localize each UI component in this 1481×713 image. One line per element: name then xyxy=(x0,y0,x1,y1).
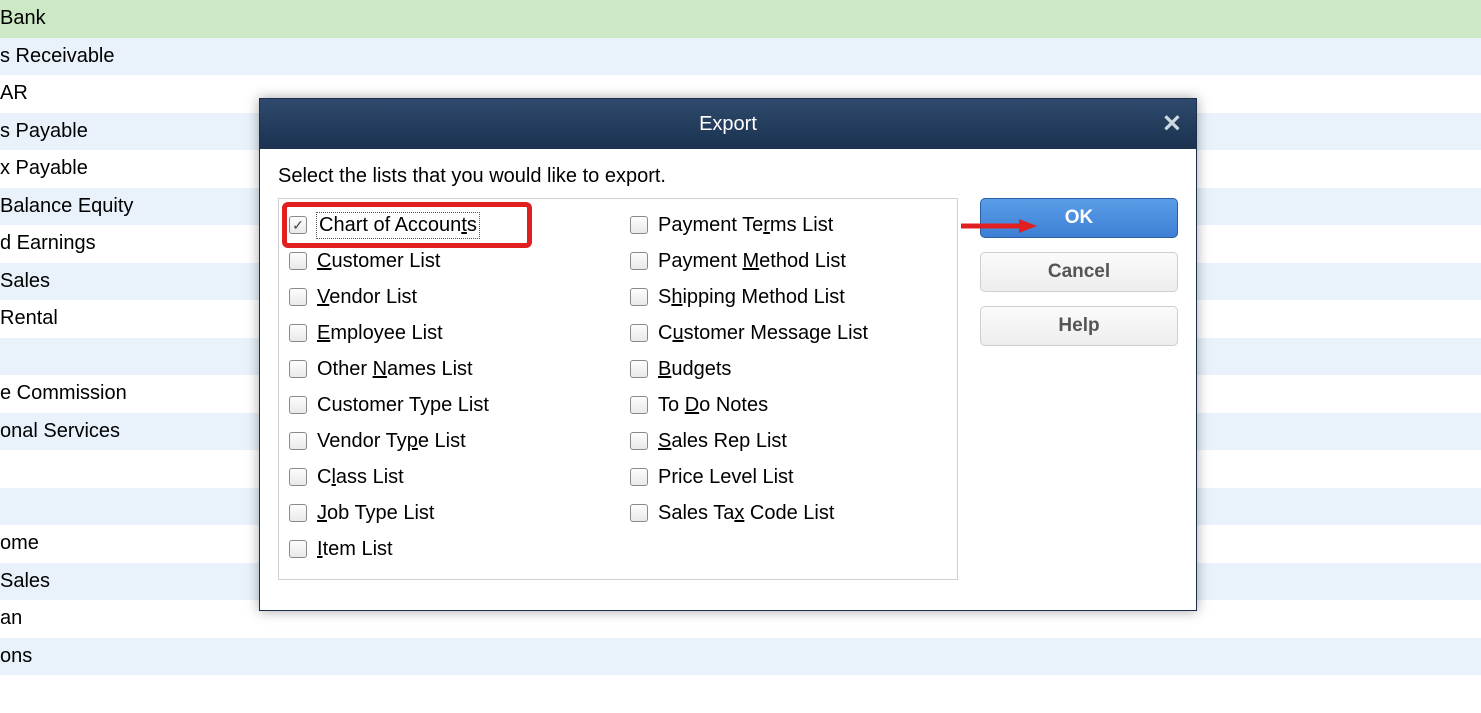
checkbox-to-do-notes[interactable]: To Do Notes xyxy=(630,393,947,417)
checkbox-label: Class List xyxy=(317,466,404,489)
dialog-instruction: Select the lists that you would like to … xyxy=(278,165,1178,188)
cancel-button[interactable]: Cancel xyxy=(980,252,1178,292)
checkbox-box-icon xyxy=(630,504,648,522)
checkbox-other-names-list[interactable]: Other Names List xyxy=(289,357,606,381)
account-row[interactable]: s Receivable xyxy=(0,38,1481,76)
checkbox-label: Vendor Type List xyxy=(317,430,466,453)
checkbox-customer-message-list[interactable]: Customer Message List xyxy=(630,321,947,345)
account-row[interactable]: Bank xyxy=(0,0,1481,38)
checkbox-label: Price Level List xyxy=(658,466,794,489)
checkbox-box-icon xyxy=(630,468,648,486)
checkbox-box-icon xyxy=(289,468,307,486)
checkbox-box-icon xyxy=(630,288,648,306)
export-dialog: Export ✕ Select the lists that you would… xyxy=(259,98,1197,611)
checkbox-label: Employee List xyxy=(317,322,443,345)
dialog-button-column: OK Cancel Help xyxy=(980,198,1178,580)
checkbox-shipping-method-list[interactable]: Shipping Method List xyxy=(630,285,947,309)
checkbox-budgets[interactable]: Budgets xyxy=(630,357,947,381)
checkbox-job-type-list[interactable]: Job Type List xyxy=(289,501,606,525)
help-button-label: Help xyxy=(1058,315,1099,337)
checkbox-label: Other Names List xyxy=(317,358,473,381)
close-icon[interactable]: ✕ xyxy=(1162,110,1182,139)
checkbox-box-icon xyxy=(289,540,307,558)
checkbox-label: To Do Notes xyxy=(658,394,768,417)
checkbox-label: Payment Terms List xyxy=(658,214,833,237)
dialog-titlebar: Export ✕ xyxy=(260,99,1196,149)
checkbox-box-icon xyxy=(630,360,648,378)
dialog-title: Export xyxy=(699,113,757,136)
checkbox-sales-tax-code-list[interactable]: Sales Tax Code List xyxy=(630,501,947,525)
checkbox-box-icon xyxy=(289,288,307,306)
checkbox-box-icon xyxy=(630,216,648,234)
checkbox-box-icon xyxy=(289,504,307,522)
checkbox-label: Vendor List xyxy=(317,286,417,309)
checkbox-chart-of-accounts[interactable]: ✓ Chart of Accounts xyxy=(289,213,606,237)
checkbox-box-icon xyxy=(289,252,307,270)
checkbox-column-1: ✓ Chart of Accounts Customer List Vendor Li… xyxy=(289,213,606,561)
checkbox-box-icon xyxy=(289,360,307,378)
checkbox-label: Shipping Method List xyxy=(658,286,845,309)
checkbox-payment-terms-list[interactable]: Payment Terms List xyxy=(630,213,947,237)
checkbox-box-icon xyxy=(630,432,648,450)
account-row[interactable]: ons xyxy=(0,638,1481,676)
checkbox-box-icon xyxy=(289,432,307,450)
checkbox-box-icon: ✓ xyxy=(289,216,307,234)
checkbox-vendor-list[interactable]: Vendor List xyxy=(289,285,606,309)
cancel-button-label: Cancel xyxy=(1048,261,1110,283)
checkbox-customer-type-list[interactable]: Customer Type List xyxy=(289,393,606,417)
checkbox-customer-list[interactable]: Customer List xyxy=(289,249,606,273)
checkbox-label: Sales Rep List xyxy=(658,430,787,453)
checkbox-label: Payment Method List xyxy=(658,250,846,273)
checkbox-sales-rep-list[interactable]: Sales Rep List xyxy=(630,429,947,453)
checkbox-vendor-type-list[interactable]: Vendor Type List xyxy=(289,429,606,453)
checkbox-label: Item List xyxy=(317,538,393,561)
checkbox-label: Job Type List xyxy=(317,502,434,525)
checkbox-label: Customer Type List xyxy=(317,394,489,417)
checkbox-class-list[interactable]: Class List xyxy=(289,465,606,489)
checkbox-label: Sales Tax Code List xyxy=(658,502,834,525)
checkbox-label: Budgets xyxy=(658,358,731,381)
checkbox-box-icon xyxy=(630,396,648,414)
checkbox-price-level-list[interactable]: Price Level List xyxy=(630,465,947,489)
checkbox-label: Customer Message List xyxy=(658,322,868,345)
checkbox-label: Customer List xyxy=(317,250,440,273)
dialog-lower: ✓ Chart of Accounts Customer List Vendor Li… xyxy=(278,198,1178,580)
help-button[interactable]: Help xyxy=(980,306,1178,346)
dialog-body: Select the lists that you would like to … xyxy=(260,149,1196,610)
checkbox-employee-list[interactable]: Employee List xyxy=(289,321,606,345)
checkbox-box-icon xyxy=(289,324,307,342)
ok-button[interactable]: OK xyxy=(980,198,1178,238)
checkbox-item-list[interactable]: Item List xyxy=(289,537,606,561)
checkbox-box-icon xyxy=(289,396,307,414)
checkbox-column-2: Payment Terms List Payment Method List Shi… xyxy=(630,213,947,561)
checkbox-box-icon xyxy=(630,252,648,270)
checkbox-box-icon xyxy=(630,324,648,342)
checkbox-panel: ✓ Chart of Accounts Customer List Vendor Li… xyxy=(278,198,958,580)
ok-button-label: OK xyxy=(1065,207,1094,229)
account-row[interactable] xyxy=(0,675,1481,713)
checkbox-label: Chart of Accounts xyxy=(317,213,479,238)
checkbox-payment-method-list[interactable]: Payment Method List xyxy=(630,249,947,273)
